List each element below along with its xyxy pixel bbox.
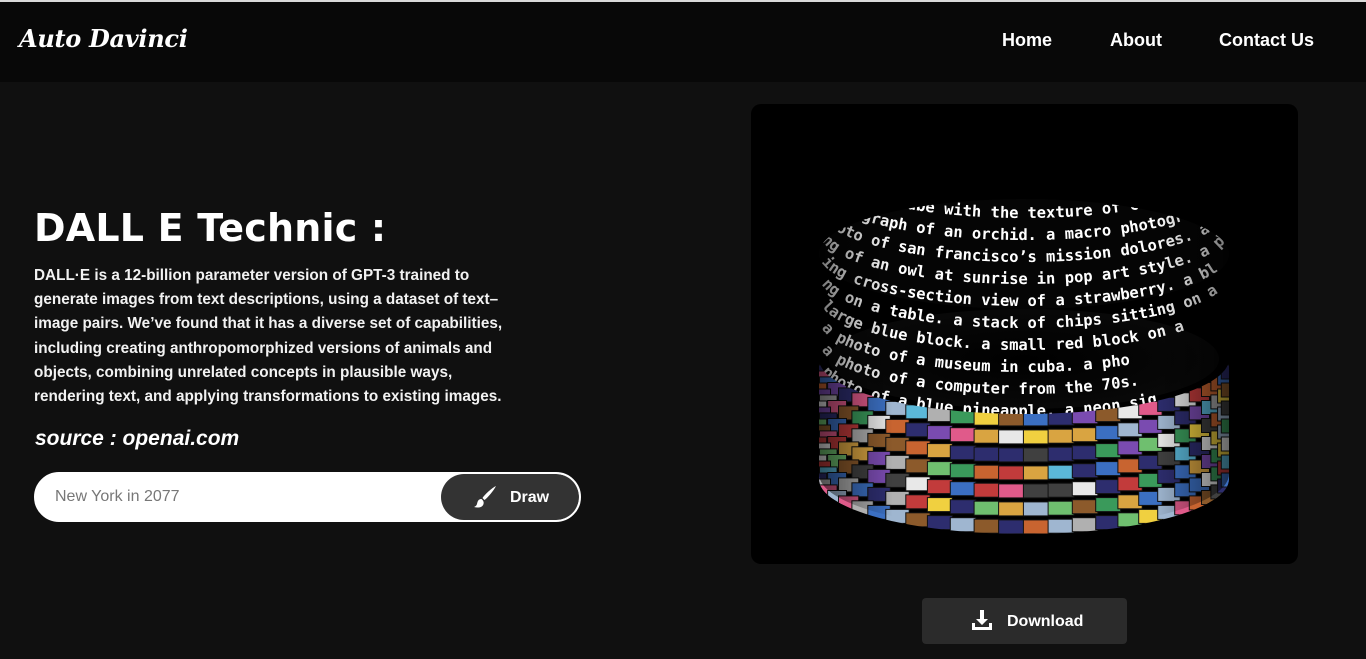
download-button-label: Download xyxy=(1007,613,1084,630)
nav-contact-link[interactable]: Contact Us xyxy=(1219,30,1314,51)
download-button[interactable]: Download xyxy=(922,598,1127,644)
draw-button[interactable]: Draw xyxy=(441,474,579,520)
cylinder-side-shading xyxy=(819,199,1229,529)
source-credit: source : openai.com xyxy=(35,427,240,450)
site-logo[interactable]: Auto Davinci xyxy=(19,24,188,53)
navbar: Auto Davinci Home About Contact Us xyxy=(0,2,1366,82)
download-icon xyxy=(972,610,992,630)
prompt-bar: Draw xyxy=(34,472,581,522)
prompt-input[interactable] xyxy=(36,474,442,520)
draw-button-label: Draw xyxy=(510,489,550,506)
nav-home-link[interactable]: Home xyxy=(1002,30,1052,51)
dalle-description: DALL·E is a 12-billion parameter version… xyxy=(34,267,503,406)
nav-about-link[interactable]: About xyxy=(1110,30,1162,51)
page-title: DALL E Technic : xyxy=(34,206,387,250)
paintbrush-icon xyxy=(474,486,496,508)
dalle-cylinder-image: cloud. a cube with the texture of cloud.… xyxy=(819,199,1229,534)
generated-image-panel: cloud. a cube with the texture of cloud.… xyxy=(751,104,1298,564)
